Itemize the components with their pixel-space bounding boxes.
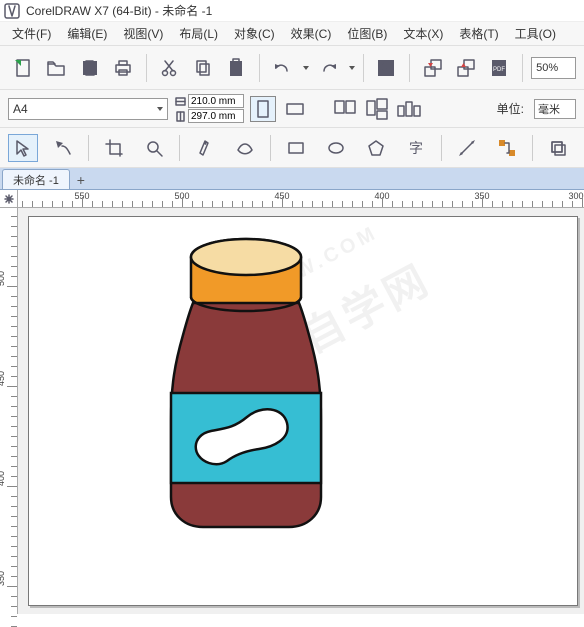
document-tab[interactable]: 未命名 -1 xyxy=(2,169,70,189)
polygon-tool[interactable] xyxy=(361,134,391,162)
units-select[interactable]: 毫米 xyxy=(534,99,576,119)
redo-button[interactable] xyxy=(313,52,342,84)
all-pages-button[interactable] xyxy=(332,97,358,121)
menu-text[interactable]: 文本(X) xyxy=(395,22,451,45)
artistic-media-tool[interactable] xyxy=(230,134,260,162)
coreldraw-logo-icon xyxy=(4,3,20,19)
shape-tool[interactable] xyxy=(48,134,78,162)
dimension-tool[interactable] xyxy=(452,134,482,162)
svg-text:字: 字 xyxy=(409,140,423,156)
horizontal-ruler[interactable]: 550 500 450 400 350 300 xyxy=(18,190,584,208)
title-bar: CorelDRAW X7 (64-Bit) - 未命名 -1 xyxy=(0,0,584,22)
new-button[interactable] xyxy=(8,52,37,84)
separator xyxy=(409,54,410,82)
vertical-ruler[interactable]: 500 450 400 350 xyxy=(0,208,18,614)
menu-bitmap[interactable]: 位图(B) xyxy=(339,22,395,45)
ruler-origin[interactable] xyxy=(0,190,18,208)
separator xyxy=(146,54,147,82)
page-size-select[interactable]: A4 xyxy=(8,98,168,120)
portrait-button[interactable] xyxy=(250,96,276,122)
connector-tool[interactable] xyxy=(492,134,522,162)
page-dimensions xyxy=(174,94,244,124)
redo-dropdown[interactable] xyxy=(349,66,355,70)
chevron-down-icon xyxy=(157,107,163,111)
landscape-button[interactable] xyxy=(282,96,308,122)
ellipse-tool[interactable] xyxy=(321,134,351,162)
current-page-button[interactable] xyxy=(364,97,390,121)
work-area: 550 500 450 400 350 300 500 450 400 350 … xyxy=(0,190,584,614)
menu-tools[interactable]: 工具(O) xyxy=(507,22,564,45)
save-button[interactable] xyxy=(75,52,104,84)
cut-button[interactable] xyxy=(155,52,184,84)
menu-effect[interactable]: 效果(C) xyxy=(283,22,340,45)
document-tabs: 未命名 -1 + xyxy=(0,168,584,190)
page-size-value: A4 xyxy=(13,102,28,116)
open-button[interactable] xyxy=(41,52,70,84)
units-label: 单位: xyxy=(497,100,524,117)
bottle-artwork[interactable] xyxy=(161,235,331,530)
standard-toolbar: PDF 50% xyxy=(0,46,584,90)
export-button[interactable] xyxy=(451,52,480,84)
undo-button[interactable] xyxy=(268,52,297,84)
separator xyxy=(363,54,364,82)
menu-edit[interactable]: 编辑(E) xyxy=(59,22,115,45)
freehand-tool[interactable] xyxy=(190,134,220,162)
page-height-input[interactable] xyxy=(188,109,244,123)
menu-object[interactable]: 对象(C) xyxy=(226,22,283,45)
width-icon xyxy=(174,95,186,107)
height-icon xyxy=(174,110,186,122)
menu-layout[interactable]: 布局(L) xyxy=(171,22,226,45)
menu-view[interactable]: 视图(V) xyxy=(115,22,171,45)
separator xyxy=(522,54,523,82)
drawing-page[interactable]: 软件自学网 RJZXW.COM xyxy=(28,216,578,606)
zoom-level-input[interactable]: 50% xyxy=(531,57,576,79)
import-button[interactable] xyxy=(418,52,447,84)
menu-file[interactable]: 文件(F) xyxy=(4,22,59,45)
zoom-tool[interactable] xyxy=(139,134,169,162)
page-width-input[interactable] xyxy=(188,94,244,108)
crop-tool[interactable] xyxy=(99,134,129,162)
pick-tool[interactable] xyxy=(8,134,38,162)
menu-table[interactable]: 表格(T) xyxy=(451,22,506,45)
publish-pdf-button[interactable]: PDF xyxy=(485,52,514,84)
app-title: CorelDRAW X7 (64-Bit) - 未命名 -1 xyxy=(26,2,212,19)
paste-button[interactable] xyxy=(221,52,250,84)
new-tab-button[interactable]: + xyxy=(72,171,90,189)
facing-pages-button[interactable] xyxy=(396,97,422,121)
text-tool[interactable]: 字 xyxy=(401,134,431,162)
drop-shadow-tool[interactable] xyxy=(543,134,573,162)
search-content-button[interactable] xyxy=(372,52,401,84)
print-button[interactable] xyxy=(108,52,137,84)
copy-button[interactable] xyxy=(188,52,217,84)
separator xyxy=(259,54,260,82)
canvas[interactable]: 软件自学网 RJZXW.COM xyxy=(18,208,584,614)
toolbox: 字 xyxy=(0,128,584,168)
undo-dropdown[interactable] xyxy=(303,66,309,70)
rectangle-tool[interactable] xyxy=(281,134,311,162)
menu-bar: 文件(F) 编辑(E) 视图(V) 布局(L) 对象(C) 效果(C) 位图(B… xyxy=(0,22,584,46)
svg-text:PDF: PDF xyxy=(493,67,505,73)
property-bar: A4 单位: 毫米 xyxy=(0,90,584,128)
